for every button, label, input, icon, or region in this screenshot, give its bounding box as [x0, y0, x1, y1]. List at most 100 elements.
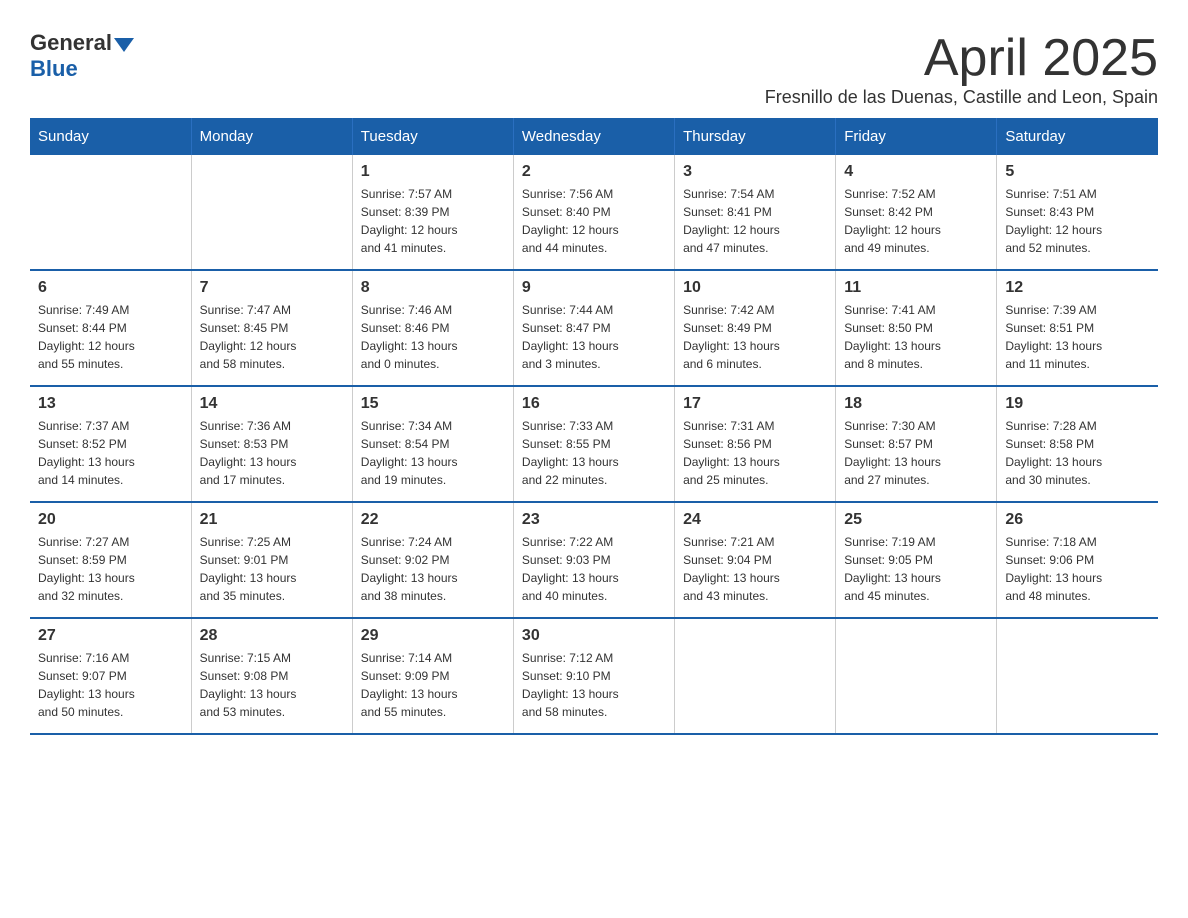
- day-number: 30: [522, 627, 666, 645]
- calendar-cell: 1Sunrise: 7:57 AMSunset: 8:39 PMDaylight…: [352, 155, 513, 270]
- calendar-cell: 13 Sunrise: 7:37 AMSunset: 8:52 PMDayligh…: [30, 386, 191, 502]
- day-info: Sunrise: 7:49 AMSunset: 8:44 PMDaylight:…: [38, 301, 183, 373]
- day-number: 14: [200, 395, 344, 413]
- calendar-week-row: 1Sunrise: 7:57 AMSunset: 8:39 PMDaylight…: [30, 155, 1158, 270]
- day-number: 12: [1005, 279, 1150, 297]
- day-info: Sunrise: 7:36 AMSunset: 8:53 PMDaylight:…: [200, 417, 344, 489]
- day-info: Sunrise: 7:21 AMSunset: 9:04 PMDaylight:…: [683, 533, 827, 605]
- day-info: Sunrise: 7:25 AMSunset: 9:01 PMDaylight:…: [200, 533, 344, 605]
- calendar-cell: 9 Sunrise: 7:44 AMSunset: 8:47 PMDaylight…: [513, 270, 674, 386]
- day-info: Sunrise: 7:31 AMSunset: 8:56 PMDaylight:…: [683, 417, 827, 489]
- day-number: 6: [38, 279, 183, 297]
- calendar-cell: 15 Sunrise: 7:34 AMSunset: 8:54 PMDayligh…: [352, 386, 513, 502]
- calendar-cell: 7 Sunrise: 7:47 AMSunset: 8:45 PMDaylight…: [191, 270, 352, 386]
- day-info: Sunrise: 7:28 AMSunset: 8:58 PMDaylight:…: [1005, 417, 1150, 489]
- day-info: Sunrise: 7:54 AMSunset: 8:41 PMDaylight:…: [683, 185, 827, 257]
- day-number: 8: [361, 279, 505, 297]
- day-number: 23: [522, 511, 666, 529]
- day-info: Sunrise: 7:16 AMSunset: 9:07 PMDaylight:…: [38, 649, 183, 721]
- day-number: 2: [522, 163, 666, 181]
- calendar-week-row: 6 Sunrise: 7:49 AMSunset: 8:44 PMDaylight…: [30, 270, 1158, 386]
- calendar-cell: 18 Sunrise: 7:30 AMSunset: 8:57 PMDayligh…: [836, 386, 997, 502]
- calendar-cell: [30, 155, 191, 270]
- day-of-week-header: Monday: [191, 118, 352, 155]
- day-number: 25: [844, 511, 988, 529]
- day-number: 21: [200, 511, 344, 529]
- day-info: Sunrise: 7:12 AMSunset: 9:10 PMDaylight:…: [522, 649, 666, 721]
- calendar-cell: 12 Sunrise: 7:39 AMSunset: 8:51 PMDayligh…: [997, 270, 1158, 386]
- day-info: Sunrise: 7:57 AMSunset: 8:39 PMDaylight:…: [361, 185, 505, 257]
- day-number: 13: [38, 395, 183, 413]
- calendar-week-row: 27 Sunrise: 7:16 AMSunset: 9:07 PMDayligh…: [30, 618, 1158, 734]
- day-info: Sunrise: 7:56 AMSunset: 8:40 PMDaylight:…: [522, 185, 666, 257]
- day-info: Sunrise: 7:27 AMSunset: 8:59 PMDaylight:…: [38, 533, 183, 605]
- calendar-cell: [675, 618, 836, 734]
- day-number: 16: [522, 395, 666, 413]
- day-number: 28: [200, 627, 344, 645]
- day-info: Sunrise: 7:14 AMSunset: 9:09 PMDaylight:…: [361, 649, 505, 721]
- calendar-cell: 14 Sunrise: 7:36 AMSunset: 8:53 PMDayligh…: [191, 386, 352, 502]
- logo-general-text: General: [30, 30, 112, 56]
- day-info: Sunrise: 7:15 AMSunset: 9:08 PMDaylight:…: [200, 649, 344, 721]
- calendar-cell: [191, 155, 352, 270]
- calendar-cell: 10Sunrise: 7:42 AMSunset: 8:49 PMDayligh…: [675, 270, 836, 386]
- calendar-week-row: 13 Sunrise: 7:37 AMSunset: 8:52 PMDayligh…: [30, 386, 1158, 502]
- day-number: 11: [844, 279, 988, 297]
- day-number: 10: [683, 279, 827, 297]
- calendar-cell: 28 Sunrise: 7:15 AMSunset: 9:08 PMDayligh…: [191, 618, 352, 734]
- calendar-cell: 2 Sunrise: 7:56 AMSunset: 8:40 PMDaylight…: [513, 155, 674, 270]
- day-info: Sunrise: 7:44 AMSunset: 8:47 PMDaylight:…: [522, 301, 666, 373]
- day-number: 5: [1005, 163, 1150, 181]
- day-info: Sunrise: 7:34 AMSunset: 8:54 PMDaylight:…: [361, 417, 505, 489]
- page-header: General Blue April 2025 Fresnillo de las…: [30, 30, 1158, 108]
- day-info: Sunrise: 7:51 AMSunset: 8:43 PMDaylight:…: [1005, 185, 1150, 257]
- day-number: 9: [522, 279, 666, 297]
- day-number: 3: [683, 163, 827, 181]
- calendar-cell: 17 Sunrise: 7:31 AMSunset: 8:56 PMDayligh…: [675, 386, 836, 502]
- day-of-week-header: Sunday: [30, 118, 191, 155]
- calendar-cell: 20 Sunrise: 7:27 AMSunset: 8:59 PMDayligh…: [30, 502, 191, 618]
- day-info: Sunrise: 7:52 AMSunset: 8:42 PMDaylight:…: [844, 185, 988, 257]
- calendar-cell: 16 Sunrise: 7:33 AMSunset: 8:55 PMDayligh…: [513, 386, 674, 502]
- calendar-header-row: SundayMondayTuesdayWednesdayThursdayFrid…: [30, 118, 1158, 155]
- logo: General Blue: [30, 30, 136, 82]
- title-section: April 2025 Fresnillo de las Duenas, Cast…: [765, 30, 1158, 108]
- calendar-cell: 24 Sunrise: 7:21 AMSunset: 9:04 PMDayligh…: [675, 502, 836, 618]
- day-info: Sunrise: 7:37 AMSunset: 8:52 PMDaylight:…: [38, 417, 183, 489]
- calendar-cell: 4Sunrise: 7:52 AMSunset: 8:42 PMDaylight…: [836, 155, 997, 270]
- calendar-cell: 8Sunrise: 7:46 AMSunset: 8:46 PMDaylight…: [352, 270, 513, 386]
- day-number: 15: [361, 395, 505, 413]
- calendar-cell: 19Sunrise: 7:28 AMSunset: 8:58 PMDayligh…: [997, 386, 1158, 502]
- calendar-cell: 23 Sunrise: 7:22 AMSunset: 9:03 PMDayligh…: [513, 502, 674, 618]
- day-info: Sunrise: 7:33 AMSunset: 8:55 PMDaylight:…: [522, 417, 666, 489]
- calendar-cell: 27 Sunrise: 7:16 AMSunset: 9:07 PMDayligh…: [30, 618, 191, 734]
- calendar-cell: 30 Sunrise: 7:12 AMSunset: 9:10 PMDayligh…: [513, 618, 674, 734]
- day-of-week-header: Saturday: [997, 118, 1158, 155]
- day-info: Sunrise: 7:39 AMSunset: 8:51 PMDaylight:…: [1005, 301, 1150, 373]
- day-info: Sunrise: 7:30 AMSunset: 8:57 PMDaylight:…: [844, 417, 988, 489]
- day-number: 20: [38, 511, 183, 529]
- day-number: 17: [683, 395, 827, 413]
- calendar-cell: 21 Sunrise: 7:25 AMSunset: 9:01 PMDayligh…: [191, 502, 352, 618]
- day-of-week-header: Wednesday: [513, 118, 674, 155]
- calendar-cell: 11 Sunrise: 7:41 AMSunset: 8:50 PMDayligh…: [836, 270, 997, 386]
- logo-arrow-icon: [114, 38, 134, 52]
- calendar-cell: 6 Sunrise: 7:49 AMSunset: 8:44 PMDaylight…: [30, 270, 191, 386]
- calendar-cell: 3 Sunrise: 7:54 AMSunset: 8:41 PMDaylight…: [675, 155, 836, 270]
- day-of-week-header: Tuesday: [352, 118, 513, 155]
- calendar-cell: 22Sunrise: 7:24 AMSunset: 9:02 PMDayligh…: [352, 502, 513, 618]
- day-number: 7: [200, 279, 344, 297]
- day-number: 27: [38, 627, 183, 645]
- day-number: 24: [683, 511, 827, 529]
- day-info: Sunrise: 7:47 AMSunset: 8:45 PMDaylight:…: [200, 301, 344, 373]
- calendar-cell: [836, 618, 997, 734]
- day-info: Sunrise: 7:22 AMSunset: 9:03 PMDaylight:…: [522, 533, 666, 605]
- day-info: Sunrise: 7:19 AMSunset: 9:05 PMDaylight:…: [844, 533, 988, 605]
- month-year-title: April 2025: [765, 30, 1158, 87]
- calendar-cell: [997, 618, 1158, 734]
- day-of-week-header: Friday: [836, 118, 997, 155]
- day-number: 18: [844, 395, 988, 413]
- day-number: 29: [361, 627, 505, 645]
- calendar-table: SundayMondayTuesdayWednesdayThursdayFrid…: [30, 118, 1158, 735]
- day-info: Sunrise: 7:41 AMSunset: 8:50 PMDaylight:…: [844, 301, 988, 373]
